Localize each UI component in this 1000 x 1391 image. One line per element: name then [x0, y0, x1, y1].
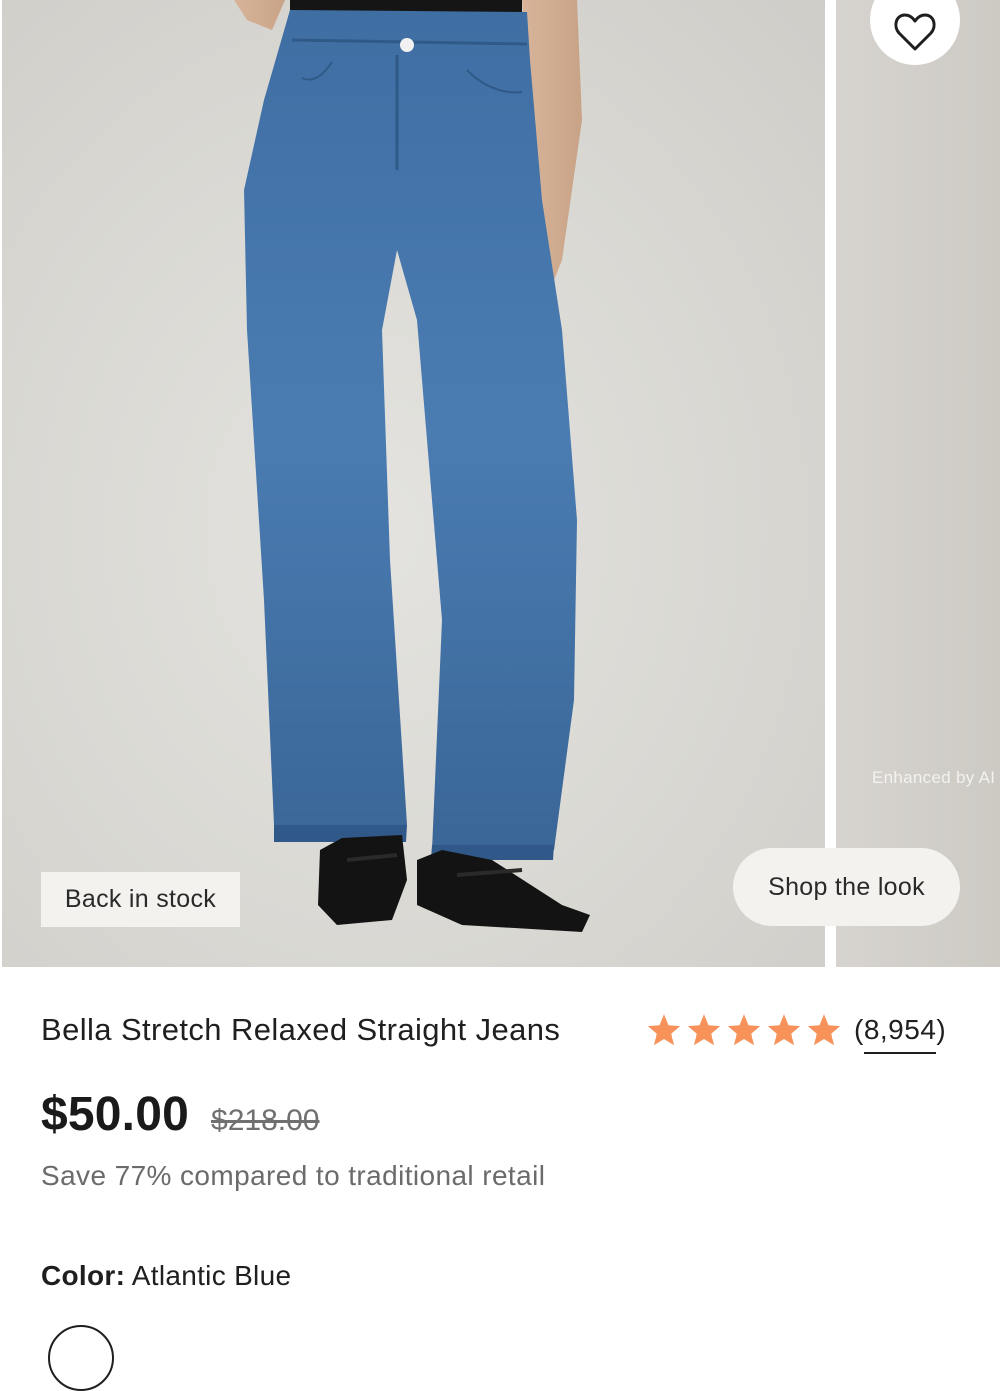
rating-stars	[646, 1012, 842, 1048]
shop-the-look-button[interactable]: Shop the look	[733, 848, 960, 926]
color-selection-label: Color: Atlantic Blue	[41, 1260, 291, 1292]
product-info: Bella Stretch Relaxed Straight Jeans (8,…	[0, 967, 1000, 1391]
product-image-gallery[interactable]: Enhanced by AI Back in stock Shop the lo…	[0, 0, 1000, 967]
model-jeans-image	[234, 0, 590, 932]
color-swatch-selected[interactable]	[48, 1325, 114, 1391]
price-row: $50.00 $218.00	[41, 1087, 319, 1142]
product-title: Bella Stretch Relaxed Straight Jeans	[41, 1012, 561, 1047]
color-value: Atlantic Blue	[131, 1260, 292, 1291]
star-icon	[647, 1014, 681, 1046]
review-count-link[interactable]: (8,954)	[854, 1014, 946, 1054]
ai-enhanced-label: Enhanced by AI	[872, 768, 996, 787]
heart-icon	[894, 13, 936, 51]
product-photo-main[interactable]	[2, 0, 825, 967]
product-photo-next[interactable]	[836, 0, 1000, 967]
product-rating[interactable]: (8,954)	[646, 1012, 946, 1054]
star-icon	[767, 1014, 801, 1046]
original-price: $218.00	[211, 1104, 320, 1137]
savings-text: Save 77% compared to traditional retail	[41, 1160, 546, 1191]
star-icon	[807, 1014, 841, 1046]
star-icon	[727, 1014, 761, 1046]
color-label: Color:	[41, 1260, 126, 1291]
sale-price: $50.00	[41, 1088, 190, 1141]
star-icon	[687, 1014, 721, 1046]
back-in-stock-badge: Back in stock	[41, 872, 240, 927]
